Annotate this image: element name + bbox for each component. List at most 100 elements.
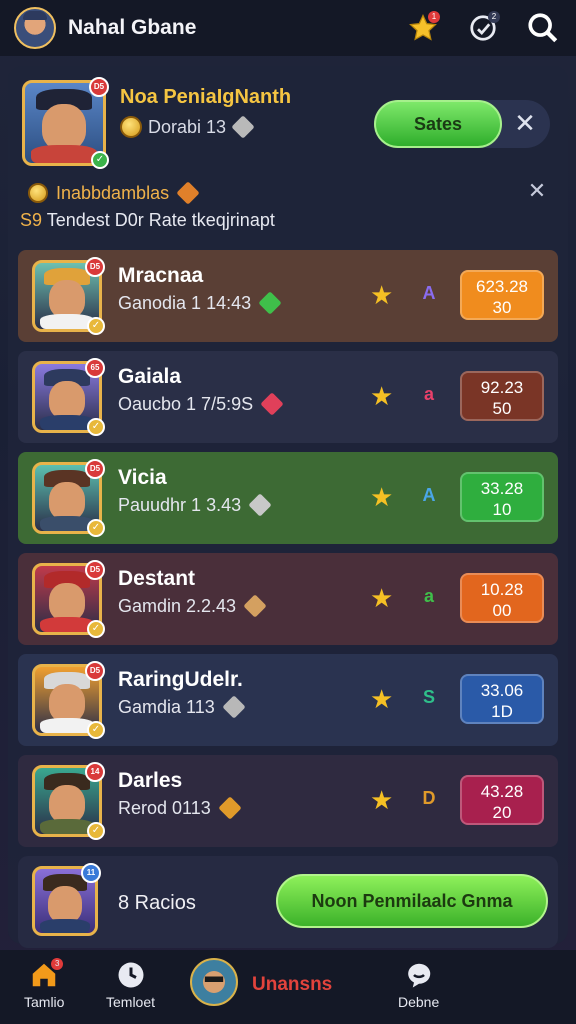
notice-banner: Inabbdamblas S9 Tendest D0r Rate tkeqjri… bbox=[20, 176, 556, 240]
star-icon[interactable]: ★ bbox=[370, 482, 393, 513]
player-name: Mracnaa bbox=[118, 264, 204, 287]
star-icon[interactable]: 1 bbox=[404, 9, 442, 47]
score-box[interactable]: 10.28 00 bbox=[460, 573, 544, 623]
player-name: Gaiala bbox=[118, 365, 182, 388]
player-meta-text: Ganodia 1 14:43 bbox=[118, 292, 252, 313]
player-avatar[interactable]: D5 ✓ bbox=[32, 257, 105, 335]
coin-icon bbox=[120, 116, 142, 138]
player-meta: Rerod 0113 bbox=[118, 796, 242, 820]
cube-icon bbox=[231, 115, 255, 139]
player-avatar[interactable]: D5 ✓ bbox=[32, 560, 105, 638]
states-button[interactable]: Sates bbox=[374, 100, 502, 148]
target-icon[interactable]: 2 bbox=[464, 9, 502, 47]
cube-icon bbox=[248, 493, 272, 517]
coin-icon bbox=[28, 183, 48, 203]
rank-icon: D bbox=[422, 788, 436, 808]
star-icon[interactable]: ★ bbox=[370, 381, 393, 412]
score-value: 33.28 bbox=[480, 479, 524, 498]
notice-text: S9 Tendest D0r Rate tkeqjrinapt bbox=[20, 210, 275, 231]
player-avatar[interactable]: 14 ✓ bbox=[32, 762, 105, 840]
featured-sub-text: Dorabi 13 bbox=[148, 116, 227, 137]
nav-label-center[interactable]: Unansns bbox=[252, 974, 332, 996]
player-row[interactable]: D5 ✓ Destant Gamdin 2.2.43 ★ a 10.28 00 bbox=[18, 553, 558, 645]
star-badge: 1 bbox=[428, 11, 440, 23]
join-label: 8 Racios bbox=[118, 892, 196, 914]
player-list: D5 ✓ Mracnaa Ganodia 1 14:43 ★ A 623.28 … bbox=[18, 250, 558, 856]
player-row[interactable]: D5 ✓ Mracnaa Ganodia 1 14:43 ★ A 623.28 … bbox=[18, 250, 558, 342]
score-box[interactable]: 43.28 20 bbox=[460, 775, 544, 825]
player-row[interactable]: D5 ✓ Vicia Pauudhr 1 3.43 ★ A 33.28 10 bbox=[18, 452, 558, 544]
nav-label-home: Tamlio bbox=[24, 994, 65, 1010]
score-box[interactable]: 92.23 50 bbox=[460, 371, 544, 421]
score-count: 30 bbox=[492, 298, 512, 317]
chat-icon bbox=[404, 960, 434, 990]
level-badge: 11 bbox=[81, 863, 101, 883]
join-avatar[interactable]: 11 bbox=[32, 863, 101, 936]
star-icon[interactable]: ★ bbox=[370, 684, 393, 715]
score-box[interactable]: 623.28 30 bbox=[460, 270, 544, 320]
notice-body: Tendest D0r Rate tkeqjrinapt bbox=[46, 210, 275, 230]
score-count: 1D bbox=[491, 702, 513, 721]
player-meta-text: Gamdin 2.2.43 bbox=[118, 595, 237, 616]
player-meta: Pauudhr 1 3.43 bbox=[118, 493, 272, 517]
target-badge: 2 bbox=[488, 11, 500, 23]
star-icon[interactable]: ★ bbox=[370, 583, 393, 614]
notice-title: Inabbdamblas bbox=[28, 181, 200, 205]
featured-avatar[interactable]: D5 ✓ bbox=[22, 77, 109, 169]
score-value: 92.23 bbox=[480, 378, 524, 397]
close-icon[interactable]: ✕ bbox=[510, 108, 540, 138]
rank-icon: A bbox=[422, 283, 436, 303]
notice-title-text: Inabbdamblas bbox=[56, 182, 170, 203]
score-box[interactable]: 33.28 10 bbox=[460, 472, 544, 522]
medal-icon: ✓ bbox=[87, 418, 105, 436]
player-avatar[interactable]: D5 ✓ bbox=[32, 661, 105, 739]
profile-avatar[interactable] bbox=[14, 7, 56, 49]
player-meta-text: Gamdia 113 bbox=[118, 696, 215, 717]
app-title: Nahal Gbane bbox=[68, 16, 197, 39]
close-icon[interactable]: ✕ bbox=[524, 178, 550, 204]
join-card: 11 8 Racios Noon Penmilaalc Gnma bbox=[18, 856, 558, 948]
nav-label-timeline: Temloet bbox=[106, 994, 156, 1010]
medal-icon: ✓ bbox=[87, 519, 105, 537]
player-meta: Oaucbo 1 7/5:9S bbox=[118, 392, 284, 416]
player-meta: Gamdin 2.2.43 bbox=[118, 594, 267, 618]
score-value: 623.28 bbox=[476, 277, 528, 296]
nav-item-timeline[interactable]: Temloet bbox=[106, 960, 155, 1010]
score-box[interactable]: 33.06 1D bbox=[460, 674, 544, 724]
level-badge: D5 bbox=[85, 459, 105, 479]
player-name: Vicia bbox=[118, 466, 167, 489]
player-meta-text: Rerod 0113 bbox=[118, 797, 211, 818]
player-meta: Gamdia 113 bbox=[118, 695, 246, 719]
star-icon[interactable]: ★ bbox=[370, 785, 393, 816]
nav-center-avatar[interactable] bbox=[190, 958, 238, 1006]
verified-icon: ✓ bbox=[91, 151, 109, 169]
player-name: RaringUdelr. bbox=[118, 668, 243, 691]
player-row[interactable]: 65 ✓ Gaiala Oaucbo 1 7/5:9S ★ a 92.23 50 bbox=[18, 351, 558, 443]
player-avatar[interactable]: 65 ✓ bbox=[32, 358, 105, 436]
rank-icon: a bbox=[423, 384, 434, 404]
player-meta-text: Pauudhr 1 3.43 bbox=[118, 494, 242, 515]
player-row[interactable]: D5 ✓ RaringUdelr. Gamdia 113 ★ S 33.06 1… bbox=[18, 654, 558, 746]
home-icon: 3 bbox=[29, 958, 64, 990]
nav-item-home[interactable]: 3 Tamlio bbox=[24, 958, 65, 1010]
search-icon[interactable] bbox=[524, 9, 562, 47]
rank-icon: a bbox=[423, 586, 434, 606]
home-badge: 3 bbox=[51, 958, 64, 970]
player-avatar[interactable]: D5 ✓ bbox=[32, 459, 105, 537]
score-count: 00 bbox=[492, 601, 512, 620]
player-meta-text: Oaucbo 1 7/5:9S bbox=[118, 393, 254, 414]
nav-label-debne: Debne bbox=[398, 994, 440, 1010]
cube-icon bbox=[260, 392, 284, 416]
level-badge: 14 bbox=[85, 762, 105, 782]
nav-item-debne[interactable]: Debne bbox=[398, 960, 439, 1010]
bottom-nav: 3 Tamlio Temloet Unansns Debne bbox=[0, 950, 576, 1024]
player-name: Darles bbox=[118, 769, 183, 792]
star-icon[interactable]: ★ bbox=[370, 280, 393, 311]
notice-prefix: S9 bbox=[20, 210, 43, 230]
medal-icon: ✓ bbox=[87, 317, 105, 335]
join-game-button[interactable]: Noon Penmilaalc Gnma bbox=[276, 874, 548, 928]
top-bar: Nahal Gbane 1 2 bbox=[0, 0, 576, 56]
player-row[interactable]: 14 ✓ Darles Rerod 0113 ★ D 43.28 20 bbox=[18, 755, 558, 847]
player-meta: Ganodia 1 14:43 bbox=[118, 291, 282, 315]
cube-icon bbox=[176, 181, 200, 205]
